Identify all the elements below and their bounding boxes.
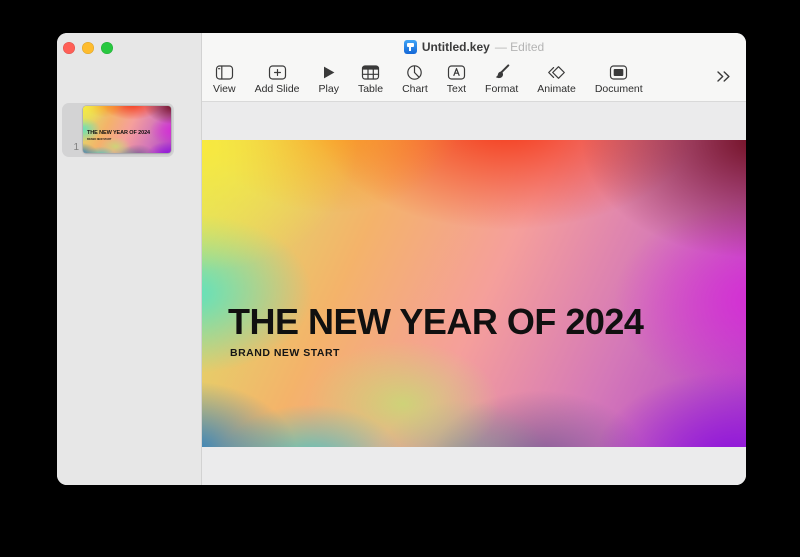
- toolbar: View Add Slide Play: [202, 60, 746, 102]
- view-button[interactable]: View: [213, 64, 236, 95]
- keynote-document-icon: [404, 40, 417, 54]
- toolbar-label: Chart: [402, 83, 428, 95]
- titlebar: Untitled.key — Edited: [202, 33, 746, 60]
- document-icon: [609, 64, 628, 81]
- play-icon: [319, 64, 338, 81]
- add-slide-icon: [268, 64, 287, 81]
- document-edited-status: — Edited: [495, 40, 544, 54]
- slide-navigator-sidebar: 1 THE NEW YEAR OF 2024 BRAND NEW START: [57, 33, 202, 485]
- toolbar-label: View: [213, 83, 236, 95]
- main-area: Untitled.key — Edited View: [202, 33, 746, 485]
- text-icon: [447, 64, 466, 81]
- table-button[interactable]: Table: [358, 64, 383, 95]
- toolbar-label: Play: [319, 83, 339, 95]
- thumbnail-title: THE NEW YEAR OF 2024: [87, 130, 150, 136]
- slide-thumbnail[interactable]: THE NEW YEAR OF 2024 BRAND NEW START: [83, 106, 171, 153]
- slide: THE NEW YEAR OF 2024 BRAND NEW START: [202, 140, 746, 447]
- toolbar-label: Add Slide: [255, 83, 300, 95]
- toolbar-label: Document: [595, 83, 643, 95]
- play-button[interactable]: Play: [319, 64, 339, 95]
- chart-icon: [405, 64, 424, 81]
- table-icon: [361, 64, 380, 81]
- close-button[interactable]: [63, 42, 75, 54]
- toolbar-label: Text: [447, 83, 466, 95]
- minimize-button[interactable]: [82, 42, 94, 54]
- toolbar-label: Table: [358, 83, 383, 95]
- keynote-window: 1 THE NEW YEAR OF 2024 BRAND NEW START U…: [57, 33, 746, 485]
- slide-number: 1: [65, 142, 79, 153]
- text-button[interactable]: Text: [447, 64, 466, 95]
- view-icon: [215, 64, 234, 81]
- document-button[interactable]: Document: [595, 64, 643, 95]
- add-slide-button[interactable]: Add Slide: [255, 64, 300, 95]
- thumbnail-subtitle: BRAND NEW START: [87, 138, 111, 141]
- window-controls: [63, 42, 113, 54]
- animate-diamond-icon: [547, 64, 566, 81]
- format-button[interactable]: Format: [485, 64, 518, 95]
- toolbar-label: Animate: [537, 83, 576, 95]
- format-brush-icon: [492, 64, 511, 81]
- document-title: Untitled.key: [422, 40, 490, 54]
- double-chevron-right-icon: [715, 69, 732, 84]
- slide-title-textbox[interactable]: THE NEW YEAR OF 2024: [228, 304, 643, 340]
- zoom-button[interactable]: [101, 42, 113, 54]
- slide-canvas: THE NEW YEAR OF 2024 BRAND NEW START: [202, 102, 746, 485]
- toolbar-label: Format: [485, 83, 518, 95]
- toolbar-overflow-button[interactable]: [715, 64, 732, 84]
- chart-button[interactable]: Chart: [402, 64, 428, 95]
- slide-subtitle-textbox[interactable]: BRAND NEW START: [230, 347, 340, 359]
- animate-button[interactable]: Animate: [537, 64, 576, 95]
